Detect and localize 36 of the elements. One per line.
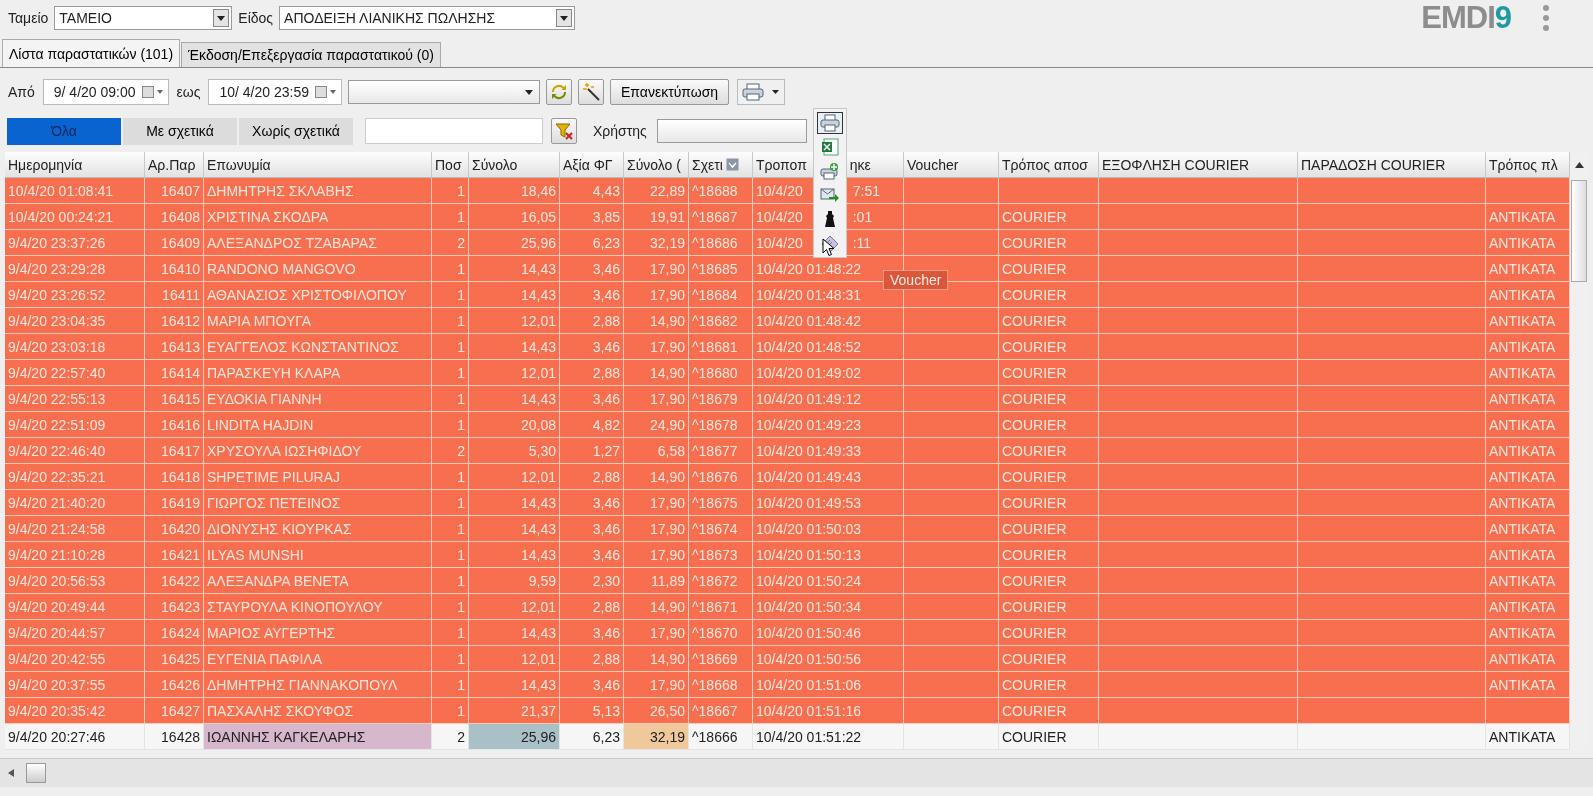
from-date-field[interactable]: 9/ 4/20 09:00 (42, 79, 169, 105)
column-header[interactable]: Σύνολο ( (624, 152, 689, 178)
column-header[interactable]: Αξία ΦΓ (560, 152, 624, 178)
modified-cell: 10/4/20 01:51:22 (753, 724, 904, 750)
to-label: εως (176, 84, 201, 100)
cash-select[interactable]: ΤΑΜΕΙΟ (54, 6, 233, 30)
name-cell: ΙΩΑΝΝΗΣ ΚΑΓΚΕΛΑΡΗΣ (204, 724, 432, 750)
column-header[interactable]: ΠΑΡΑΔΟΣΗ COURIER (1298, 152, 1486, 178)
reprint-button[interactable]: Επανεκτύπωση (610, 79, 730, 105)
tab[interactable]: Λίστα παραστατικών (101) (2, 39, 181, 67)
type-label: Είδος (238, 10, 274, 26)
total-cell: 25,96 (469, 724, 560, 750)
type-select[interactable]: ΑΠΟΔΕΙΞΗ ΛΙΑΝΙΚΗΣ ΠΩΛΗΣΗΣ (279, 6, 576, 30)
user-label: Χρήστης (593, 123, 647, 139)
column-header[interactable]: Σύνολο (469, 152, 560, 178)
to-date-field[interactable]: 10/ 4/20 23:59 (208, 79, 342, 105)
from-label: Από (8, 84, 35, 100)
logo: EMDI9 (1421, 0, 1511, 36)
column-header[interactable]: Επωνυμία (204, 152, 432, 178)
cash-label: Ταμείο (8, 10, 49, 26)
table-row[interactable]: 9/4/20 20:27:46 16428 ΙΩΑΝΝΗΣ ΚΑΓΚΕΛΑΡΗΣ 2 25,96 6,23 32,19 ^18666 10/4/20 01:51:22 COURIER ANTIKATA (5, 724, 1570, 750)
column-header[interactable]: Αρ.Παρ (145, 152, 204, 178)
column-header[interactable]: Ημερομηνία (5, 152, 145, 178)
column-header[interactable]: Ποσ (432, 152, 469, 178)
shipping-cell: COURIER (999, 724, 1099, 750)
filter-segment[interactable]: Με σχετικά (123, 117, 237, 145)
tab[interactable]: Έκδοση/Επεξεργασία παραστατικού (0) (181, 42, 441, 67)
related-cell: ^18666 (689, 724, 753, 750)
date-cell: 9/4/20 20:27:46 (5, 724, 145, 750)
column-header[interactable]: Voucher (904, 152, 999, 178)
column-header[interactable]: Σχετι (689, 152, 753, 178)
gross-total-cell: 32,19 (624, 724, 689, 750)
column-header[interactable]: Τρόπος αποσ (999, 152, 1099, 178)
column-header[interactable]: Τρόπος πλ (1486, 152, 1570, 178)
filter-segment[interactable]: Χωρίς σχετικά (239, 117, 353, 145)
column-header[interactable]: ΕΞΟΦΛΗΣΗ COURIER (1099, 152, 1298, 178)
